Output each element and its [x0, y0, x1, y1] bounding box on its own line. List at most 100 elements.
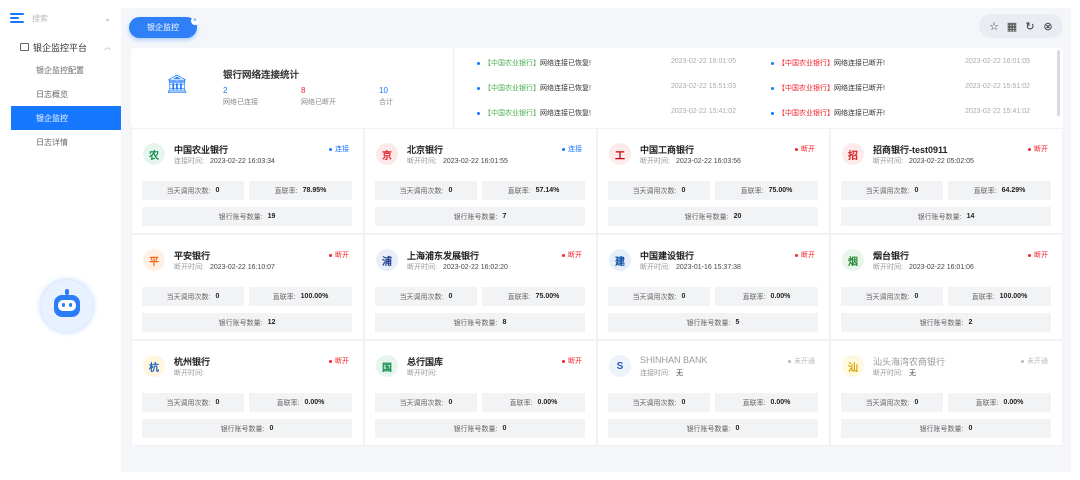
- calls-label: 当天调用次数:: [399, 399, 444, 407]
- bank-card[interactable]: 浦上海浦东发展银行 断开时间: 2023-02-22 16:02:20 断开 当天调用次…: [364, 234, 597, 340]
- acct-value: 20: [733, 213, 742, 220]
- time-label: 连接时间:: [640, 370, 670, 377]
- sidebar-item[interactable]: 日志概览: [0, 82, 121, 106]
- daily-calls: 当天调用次数: 0: [142, 393, 244, 412]
- time-value: 2023-02-22 16:10:07: [209, 264, 275, 271]
- bank-card[interactable]: 杭杭州银行 断开时间: 断开 当天调用次数: 0 直联率: 0.00% 银行账号数量: 0: [131, 340, 364, 446]
- bank-logo-icon: 汕: [842, 355, 864, 377]
- bank-card[interactable]: 招招商银行-test0911 断开时间: 2023-02-22 05:02:05 断开…: [830, 128, 1063, 234]
- bullet-icon: [771, 111, 774, 115]
- bank-building-icon: 🏛: [165, 73, 189, 94]
- rate-label: 直联率:: [507, 187, 531, 195]
- bank-name: 汕头海湾农商银行: [873, 357, 946, 367]
- refresh-icon[interactable]: ↻: [1023, 20, 1037, 33]
- calls-value: 0: [448, 293, 453, 300]
- event-scrollbar[interactable]: [1057, 50, 1060, 116]
- sidebar-group[interactable]: 银企监控平台 ︿: [0, 36, 121, 58]
- rate-label: 直联率:: [742, 399, 766, 407]
- event-item: 【中国农业银行】网络连接已断开!: [771, 83, 885, 93]
- account-count: 银行账号数量: 14: [841, 207, 1051, 226]
- main-content: 银企监控 × ☆ ▦ ↻ ⊗ 🏛 银行网络连接统计 2 网络已连接 8 网络已断开 …: [121, 8, 1071, 472]
- direct-rate: 直联率: 0.00%: [948, 393, 1051, 412]
- calls-value: 0: [448, 187, 453, 194]
- status-text: 未开通: [1027, 358, 1048, 365]
- status-text: 断开: [1034, 146, 1048, 153]
- status-text: 断开: [568, 252, 582, 259]
- time-label: 断开时间:: [407, 158, 437, 165]
- stat-connected: 2 网络已连接: [223, 86, 258, 107]
- status-badge: 断开: [562, 250, 582, 260]
- acct-value: 0: [968, 425, 973, 432]
- sidebar-item[interactable]: 银企监控: [11, 106, 121, 130]
- acct-value: 8: [502, 319, 507, 326]
- time-value: 2023-02-22 16:01:06: [908, 264, 974, 271]
- rate-value: 78.95%: [302, 187, 327, 194]
- time-label: 断开时间:: [873, 370, 903, 377]
- stat-connected-value: 2: [223, 86, 228, 95]
- acct-label: 银行账号数量:: [453, 425, 498, 433]
- account-count: 银行账号数量: 12: [142, 313, 352, 332]
- assistant-robot-icon[interactable]: [41, 280, 93, 332]
- stat-total: 10 合计: [379, 86, 393, 107]
- bank-card[interactable]: 京北京银行 断开时间: 2023-02-22 16:01:55 连接 当天调用次数: 0 直…: [364, 128, 597, 234]
- bank-card[interactable]: 工中国工商银行 断开时间: 2023-02-22 16:03:56 断开 当天调用次数:…: [597, 128, 830, 234]
- bank-card[interactable]: 烟烟台银行 断开时间: 2023-02-22 16:01:06 断开 当天调用次数: 0 直…: [830, 234, 1063, 340]
- event-bank: 【中国农业银行】: [778, 60, 834, 67]
- account-count: 银行账号数量: 7: [375, 207, 585, 226]
- event-time: 2023-02-22 15:51:02: [965, 83, 1030, 90]
- sidebar-item[interactable]: 日志详情: [0, 130, 121, 154]
- bank-name: SHINHAN BANK: [640, 355, 708, 365]
- bank-name: 总行国库: [407, 357, 444, 367]
- bank-logo-icon: 国: [376, 355, 398, 377]
- bank-card[interactable]: 建中国建设银行 断开时间: 2023-01-16 15:37:38 断开 当天调用次数:…: [597, 234, 830, 340]
- status-badge: 断开: [795, 144, 815, 154]
- tab-bank-monitor[interactable]: 银企监控: [129, 17, 197, 38]
- acct-label: 银行账号数量:: [919, 319, 964, 327]
- menu-toggle-icon[interactable]: [10, 13, 24, 23]
- bank-card[interactable]: S SHINHAN BANK 连接时间: 无 未开通 当天调用次数: 0 直联率: 0.00% 银…: [597, 340, 830, 446]
- status-text: 断开: [801, 146, 815, 153]
- event-text: 网络连接已恢复!: [540, 60, 591, 67]
- grid-icon[interactable]: ▦: [1005, 20, 1019, 33]
- bank-card[interactable]: 国总行国库 断开时间: 断开 当天调用次数: 0 直联率: 0.00% 银行账号数量: 0: [364, 340, 597, 446]
- bank-logo-icon: 工: [609, 143, 631, 165]
- acct-label: 银行账号数量:: [453, 213, 498, 221]
- daily-calls: 当天调用次数: 0: [375, 181, 477, 200]
- rate-value: 0.00%: [537, 399, 558, 406]
- acct-value: 14: [966, 213, 975, 220]
- sidebar-item[interactable]: 银企监控配置: [0, 58, 121, 82]
- rate-value: 0.00%: [770, 399, 791, 406]
- event-time: 2023-02-22 16:01:05: [671, 58, 736, 65]
- account-count: 银行账号数量: 0: [375, 419, 585, 438]
- chevron-down-icon[interactable]: ⌄: [104, 14, 111, 23]
- tab-close-icon[interactable]: ×: [191, 17, 199, 25]
- calls-label: 当天调用次数:: [166, 187, 211, 195]
- bank-card[interactable]: 平平安银行 断开时间: 2023-02-22 16:10:07 断开 当天调用次数: 0 直…: [131, 234, 364, 340]
- bank-logo-icon: 杭: [143, 355, 165, 377]
- account-count: 银行账号数量: 19: [142, 207, 352, 226]
- daily-calls: 当天调用次数: 0: [608, 393, 710, 412]
- status-badge: 连接: [329, 144, 349, 154]
- event-time: 2023-02-22 15:41:02: [965, 108, 1030, 115]
- calls-value: 0: [914, 399, 919, 406]
- calls-value: 0: [681, 187, 686, 194]
- acct-value: 2: [968, 319, 973, 326]
- time-label: 断开时间:: [873, 158, 903, 165]
- close-circle-icon[interactable]: ⊗: [1041, 20, 1055, 33]
- bullet-icon: [477, 111, 480, 115]
- calls-label: 当天调用次数:: [166, 399, 211, 407]
- search-input[interactable]: 搜索: [32, 13, 96, 24]
- bank-card[interactable]: 汕汕头海湾农商银行 断开时间: 无 未开通 当天调用次数: 0 直联率: 0.00% 银行账号数…: [830, 340, 1063, 446]
- stat-total-value: 10: [379, 86, 388, 95]
- calls-label: 当天调用次数:: [166, 293, 211, 301]
- bank-time: 断开时间:: [407, 368, 443, 378]
- bank-time: 断开时间: 无: [873, 368, 916, 378]
- bank-card[interactable]: 农中国农业银行 连接时间: 2023-02-22 16:03:34 连接 当天调用次数:…: [131, 128, 364, 234]
- bank-logo-icon: 建: [609, 249, 631, 271]
- time-value: 2023-01-16 15:37:38: [675, 264, 741, 271]
- star-icon[interactable]: ☆: [987, 20, 1001, 33]
- time-label: 断开时间:: [174, 370, 204, 377]
- bank-name: 中国建设银行: [640, 251, 695, 261]
- acct-value: 0: [502, 425, 507, 432]
- bank-name: 上海浦东发展银行: [407, 251, 480, 261]
